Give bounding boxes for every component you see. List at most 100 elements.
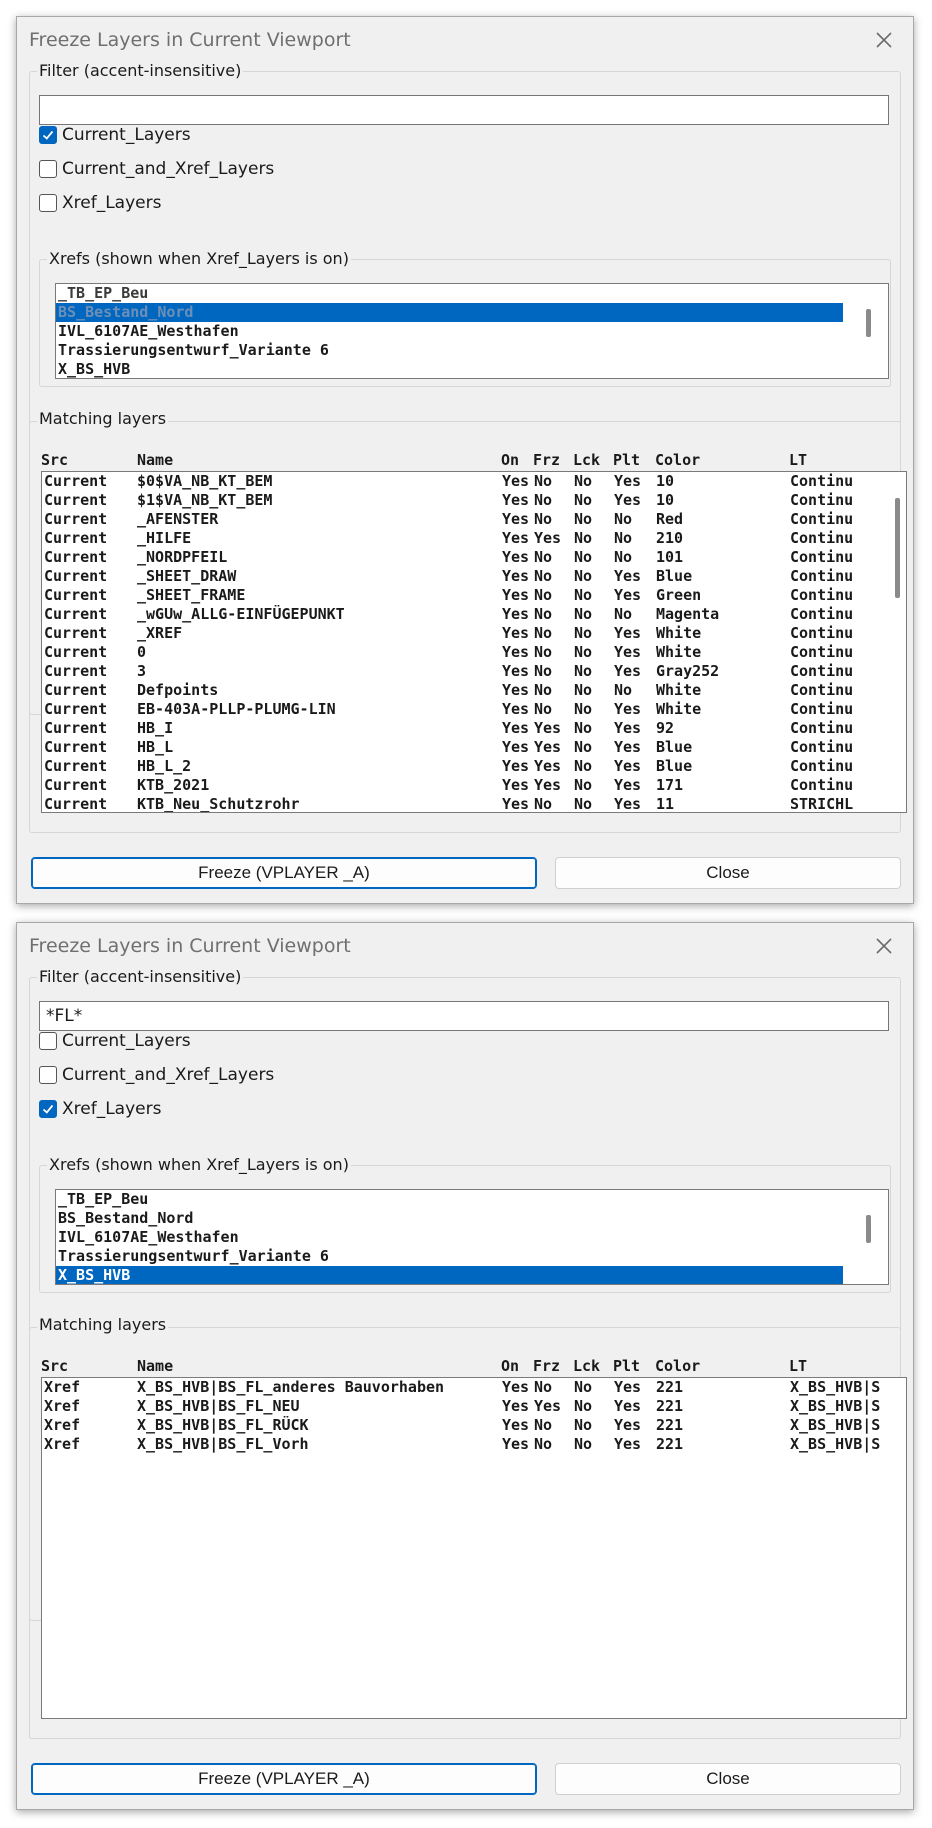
column-header-lck: Lck (573, 1357, 601, 1375)
xrefs-label: Xrefs (shown when Xref_Layers is on) (47, 249, 351, 268)
table-row[interactable]: Current $0$VA_NB_KT_BEM Yes No No Yes 10 Contin… (42, 472, 906, 491)
matching-layers-label: Matching layers (37, 1315, 169, 1334)
cell-name: _NORDPFEIL (137, 548, 228, 566)
cell-name: X_BS_HVB|BS_FL_NEU (137, 1397, 300, 1415)
cell-lt: Continu (790, 757, 854, 775)
current-layers-label: Current_Layers (62, 125, 191, 145)
table-row[interactable]: Xref X_BS_HVB|BS_FL_anderes Bauvorhaben Ye… (42, 1378, 906, 1397)
cell-lt: Continu (790, 548, 854, 566)
table-row[interactable]: Xref X_BS_HVB|BS_FL_RÜCK Yes No No Yes 221 X_BS… (42, 1416, 906, 1435)
cell-lt: Continu (790, 643, 854, 661)
table-row[interactable]: Current $1$VA_NB_KT_BEM Yes No No Yes 10 Contin… (42, 491, 906, 510)
cell-lt: Continu (790, 662, 854, 680)
xref-item[interactable]: BS_Bestand_Nord (56, 1209, 843, 1228)
cell-lt: Continu (790, 776, 854, 794)
filter-input[interactable] (39, 1001, 889, 1031)
cell-frz: No (534, 510, 553, 528)
matching-layers-table[interactable]: Xref X_BS_HVB|BS_FL_anderes Bauvorhaben Ye… (41, 1377, 907, 1719)
table-row[interactable]: Current 3 Yes No No Yes Gray252 Continu (42, 662, 906, 681)
cell-plt: No (614, 529, 633, 547)
matching-layers-table[interactable]: Current $0$VA_NB_KT_BEM Yes No No Yes 10 Contin… (41, 471, 907, 813)
close-icon[interactable] (871, 933, 897, 959)
freeze-button[interactable]: Freeze (VPLAYER _A) (31, 1763, 537, 1795)
table-row[interactable]: Current _SHEET_DRAW Yes No No Yes Blue Continu (42, 567, 906, 586)
current-layers-label: Current_Layers (62, 1031, 191, 1051)
cell-lck: No (574, 662, 593, 680)
table-row[interactable]: Current _NORDPFEIL Yes No No No 101 Continu (42, 548, 906, 567)
table-row[interactable]: Current _AFENSTER Yes No No No Red Continu (42, 510, 906, 529)
close-button[interactable]: Close (555, 857, 901, 889)
xref-layers-checkbox[interactable]: Xref_Layers (39, 191, 161, 215)
cell-frz: No (534, 700, 553, 718)
table-row[interactable]: Current _wGUw_ALLG-EINFÜGEPUNKT Yes No No No M… (42, 605, 906, 624)
filter-input[interactable] (39, 95, 889, 125)
cell-src: Current (44, 510, 108, 528)
cell-color: White (656, 643, 702, 661)
cell-plt: Yes (614, 662, 642, 680)
title-bar: Freeze Layers in Current Viewport (17, 17, 913, 67)
xrefs-scrollbar[interactable] (866, 1215, 871, 1243)
cell-plt: Yes (614, 624, 642, 642)
cell-on: Yes (502, 776, 530, 794)
cell-lck: No (574, 605, 593, 623)
close-icon[interactable] (871, 27, 897, 53)
cell-src: Current (44, 567, 108, 585)
xref-item[interactable]: BS_Bestand_Nord (56, 303, 843, 322)
xref-item[interactable]: IVL_6107AE_Westhafen (56, 1228, 843, 1247)
table-scrollbar[interactable] (895, 498, 900, 598)
table-row[interactable]: Current _SHEET_FRAME Yes No No Yes Green Contin… (42, 586, 906, 605)
cell-lt: Continu (790, 510, 854, 528)
table-row[interactable]: Current HB_L Yes Yes No Yes Blue Continu (42, 738, 906, 757)
table-row[interactable]: Current Defpoints Yes No No No White Continu (42, 681, 906, 700)
close-button[interactable]: Close (555, 1763, 901, 1795)
cell-frz: Yes (534, 719, 562, 737)
cell-frz: No (534, 548, 553, 566)
table-row[interactable]: Current HB_I Yes Yes No Yes 92 Continu (42, 719, 906, 738)
xrefs-listbox[interactable]: _TB_EP_Beu BS_Bestand_Nord IVL_6107AE_We… (55, 283, 889, 379)
xref-item[interactable]: X_BS_HVB (56, 1266, 843, 1284)
freeze-layers-dialog: Freeze Layers in Current Viewport Filter… (16, 922, 914, 1810)
current-layers-checkbox[interactable]: Current_Layers (39, 1029, 191, 1053)
current-layers-checkbox[interactable]: Current_Layers (39, 123, 191, 147)
checkbox-unchecked-icon (39, 1066, 57, 1084)
current-and-xref-layers-checkbox[interactable]: Current_and_Xref_Layers (39, 1063, 274, 1087)
table-row[interactable]: Current KTB_2021 Yes Yes No Yes 171 Continu (42, 776, 906, 795)
table-row[interactable]: Xref X_BS_HVB|BS_FL_Vorh Yes No No Yes 221 X_BS… (42, 1435, 906, 1454)
table-row[interactable]: Current _XREF Yes No No Yes White Continu (42, 624, 906, 643)
cell-color: Red (656, 510, 684, 528)
xrefs-listbox[interactable]: _TB_EP_Beu BS_Bestand_Nord IVL_6107AE_We… (55, 1189, 889, 1285)
cell-src: Current (44, 776, 108, 794)
cell-frz: No (534, 795, 553, 813)
cell-name: HB_L (137, 738, 174, 756)
xref-item[interactable]: X_BS_HVB (56, 360, 843, 378)
current-and-xref-layers-checkbox[interactable]: Current_and_Xref_Layers (39, 157, 274, 181)
cell-plt: Yes (614, 1378, 642, 1396)
xref-layers-checkbox[interactable]: Xref_Layers (39, 1097, 161, 1121)
cell-lck: No (574, 1397, 593, 1415)
dialog-title: Freeze Layers in Current Viewport (29, 29, 351, 51)
filter-label: Filter (accent-insensitive) (37, 967, 244, 986)
xref-item[interactable]: Trassierungsentwurf_Variante 6 (56, 1247, 843, 1266)
freeze-button[interactable]: Freeze (VPLAYER _A) (31, 857, 537, 889)
xref-item[interactable]: IVL_6107AE_Westhafen (56, 322, 843, 341)
cell-src: Current (44, 643, 108, 661)
cell-plt: Yes (614, 643, 642, 661)
cell-on: Yes (502, 738, 530, 756)
table-row[interactable]: Current EB-403A-PLLP-PLUMG-LIN Yes No No Yes W… (42, 700, 906, 719)
table-row[interactable]: Current KTB_Neu_Schutzrohr Yes No No Yes 11 STR… (42, 795, 906, 813)
xref-item[interactable]: Trassierungsentwurf_Variante 6 (56, 341, 843, 360)
table-row[interactable]: Xref X_BS_HVB|BS_FL_NEU Yes Yes No Yes 221 X_BS… (42, 1397, 906, 1416)
table-row[interactable]: Current 0 Yes No No Yes White Continu (42, 643, 906, 662)
xref-item[interactable]: _TB_EP_Beu (56, 1190, 843, 1209)
cell-on: Yes (502, 1416, 530, 1434)
cell-color: 11 (656, 795, 675, 813)
table-row[interactable]: Current HB_L_2 Yes Yes No Yes Blue Continu (42, 757, 906, 776)
cell-on: Yes (502, 548, 530, 566)
cell-plt: Yes (614, 700, 642, 718)
xref-item[interactable]: _TB_EP_Beu (56, 284, 843, 303)
cell-plt: Yes (614, 1435, 642, 1453)
cell-plt: Yes (614, 719, 642, 737)
table-row[interactable]: Current _HILFE Yes Yes No No 210 Continu (42, 529, 906, 548)
xrefs-scrollbar[interactable] (866, 309, 871, 337)
cell-plt: No (614, 681, 633, 699)
